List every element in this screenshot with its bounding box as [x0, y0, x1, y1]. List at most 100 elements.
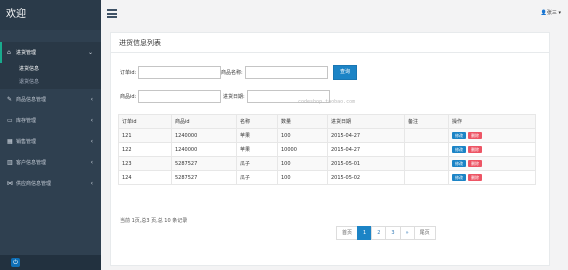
sidebar-item-label: 客户信息管理 [16, 160, 47, 166]
product-id-input[interactable] [138, 90, 222, 103]
table-cell: 2015-05-02 [327, 170, 405, 185]
grid-icon: ▦ [7, 138, 13, 145]
purchase-table: 订单id 商品id 名称 数量 进货日期 备注 操作 121 1240000 苹… [118, 114, 536, 185]
actions-cell: 修改 删除 [448, 142, 536, 157]
delete-button[interactable]: 删除 [468, 160, 482, 167]
sidebar-nav: ⌂ 进货管理 ⌄ 进货信息 退货信息 ✎ 商品信息管理 ‹ ▭ 库存管理 ‹ ▦… [0, 42, 101, 194]
sidebar-item-supplier[interactable]: ⋈ 供应商信息管理 ‹ [0, 173, 101, 194]
order-id-input[interactable] [138, 66, 222, 79]
product-id-label: 商品id: [120, 94, 137, 100]
caret-down-icon: ▾ [558, 10, 561, 16]
page-next[interactable]: » [399, 226, 415, 240]
home-icon: ⌂ [7, 49, 11, 56]
order-id-label: 订单id: [120, 70, 137, 76]
sidebar-item-customer[interactable]: ▥ 客户信息管理 ‹ [0, 152, 101, 173]
sidebar-item-product[interactable]: ✎ 商品信息管理 ‹ [0, 89, 101, 110]
table-cell: 2015-04-27 [327, 142, 405, 157]
delete-button[interactable]: 删除 [468, 132, 482, 139]
table-cell: 122 [118, 142, 172, 157]
table-cell: 苹果 [236, 128, 278, 143]
search-row-2: 商品id: [120, 90, 222, 103]
edit-button[interactable]: 修改 [452, 160, 466, 167]
table-cell [404, 128, 449, 143]
delete-button[interactable]: 删除 [468, 174, 482, 181]
table-cell [404, 142, 449, 157]
table-cell: 121 [118, 128, 172, 143]
share-icon: ⋈ [7, 180, 13, 187]
page-1[interactable]: 1 [357, 226, 373, 240]
hamburger-icon[interactable] [107, 9, 117, 18]
sidebar-item-purchase[interactable]: ⌂ 进货管理 ⌄ [0, 42, 101, 63]
sidebar-subnav: 进货信息 退货信息 [0, 63, 101, 89]
product-name-input[interactable] [244, 66, 328, 79]
table-cell: 瓜子 [236, 170, 278, 185]
page-3[interactable]: 3 [385, 226, 401, 240]
edit-button[interactable]: 修改 [452, 132, 466, 139]
sidebar-item-label: 进货管理 [16, 50, 37, 56]
top-navbar: 👤张三 ▾ [101, 0, 568, 30]
sidebar-item-sales[interactable]: ▦ 销售管理 ‹ [0, 131, 101, 152]
chevron-left-icon: ‹ [90, 159, 93, 166]
search-row-1b: 商品名称: [221, 66, 328, 79]
table-cell: 5287527 [171, 170, 237, 185]
chevron-left-icon: ‹ [90, 96, 93, 103]
table-cell: 瓜子 [236, 156, 278, 171]
pagination: 首页 1 2 3 » 尾页 [336, 226, 436, 240]
sidebar-footer: ⏻ [0, 255, 101, 270]
chevron-left-icon: ‹ [90, 180, 93, 187]
table-cell: 124 [118, 170, 172, 185]
bar-chart-icon: ▥ [7, 159, 13, 166]
actions-cell: 修改 删除 [448, 156, 536, 171]
purchase-date-label: 进货日期: [223, 94, 245, 100]
actions-cell: 修改 删除 [448, 170, 536, 185]
chevron-left-icon: ‹ [90, 117, 93, 124]
user-menu[interactable]: 👤张三 ▾ [541, 9, 561, 16]
table-cell: 1240000 [171, 142, 237, 157]
sidebar-item-label: 库存管理 [16, 118, 37, 124]
monitor-icon: ▭ [7, 117, 13, 124]
column-header: 进货日期 [327, 114, 405, 129]
search-button[interactable]: 查询 [333, 65, 357, 80]
table-cell: 100 [277, 156, 328, 171]
edit-button[interactable]: 修改 [452, 174, 466, 181]
table-cell: 5287527 [171, 156, 237, 171]
chevron-left-icon: ‹ [90, 138, 93, 145]
brand-title: 欢迎 [0, 0, 101, 30]
table-header-row: 订单id 商品id 名称 数量 进货日期 备注 操作 [118, 114, 536, 129]
table-cell: 123 [118, 156, 172, 171]
user-name: 张三 [546, 10, 557, 16]
sidebar-item-label: 供应商信息管理 [16, 181, 52, 187]
search-row-1: 订单id: [120, 66, 222, 79]
table-cell: 2015-05-01 [327, 156, 405, 171]
panel-title: 进货信息列表 [111, 33, 549, 53]
power-icon[interactable]: ⏻ [11, 258, 20, 267]
table-cell: 1240000 [171, 128, 237, 143]
table-cell [404, 156, 449, 171]
edit-button[interactable]: 修改 [452, 146, 466, 153]
column-header: 名称 [236, 114, 278, 129]
sidebar: 欢迎 ⌂ 进货管理 ⌄ 进货信息 退货信息 ✎ 商品信息管理 ‹ ▭ 库存管理 … [0, 0, 101, 270]
page-2[interactable]: 2 [371, 226, 387, 240]
sidebar-subitem-return-info[interactable]: 退货信息 [0, 76, 101, 89]
chevron-down-icon: ⌄ [87, 49, 93, 56]
table-cell [404, 170, 449, 185]
column-header: 备注 [404, 114, 449, 129]
sidebar-subitem-purchase-info[interactable]: 进货信息 [0, 63, 101, 76]
table-row: 122 1240000 苹果 10000 2015-04-27 修改 删除 [118, 142, 536, 157]
delete-button[interactable]: 删除 [468, 146, 482, 153]
watermark-text: codeshop.taobao.com [298, 99, 356, 105]
column-header: 操作 [448, 114, 536, 129]
sidebar-item-label: 销售管理 [16, 139, 37, 145]
page-last[interactable]: 尾页 [413, 226, 436, 240]
table-row: 124 5287527 瓜子 100 2015-05-02 修改 删除 [118, 170, 536, 185]
column-header: 商品id [171, 114, 237, 129]
table-cell: 10000 [277, 142, 328, 157]
product-name-label: 商品名称: [221, 70, 243, 76]
sidebar-item-stock[interactable]: ▭ 库存管理 ‹ [0, 110, 101, 131]
record-summary: 当前 1页,总3 页,总 10 条记录 [120, 218, 188, 224]
column-header: 订单id [118, 114, 172, 129]
table-cell: 苹果 [236, 142, 278, 157]
page-first[interactable]: 首页 [336, 226, 359, 240]
actions-cell: 修改 删除 [448, 128, 536, 143]
table-cell: 100 [277, 128, 328, 143]
